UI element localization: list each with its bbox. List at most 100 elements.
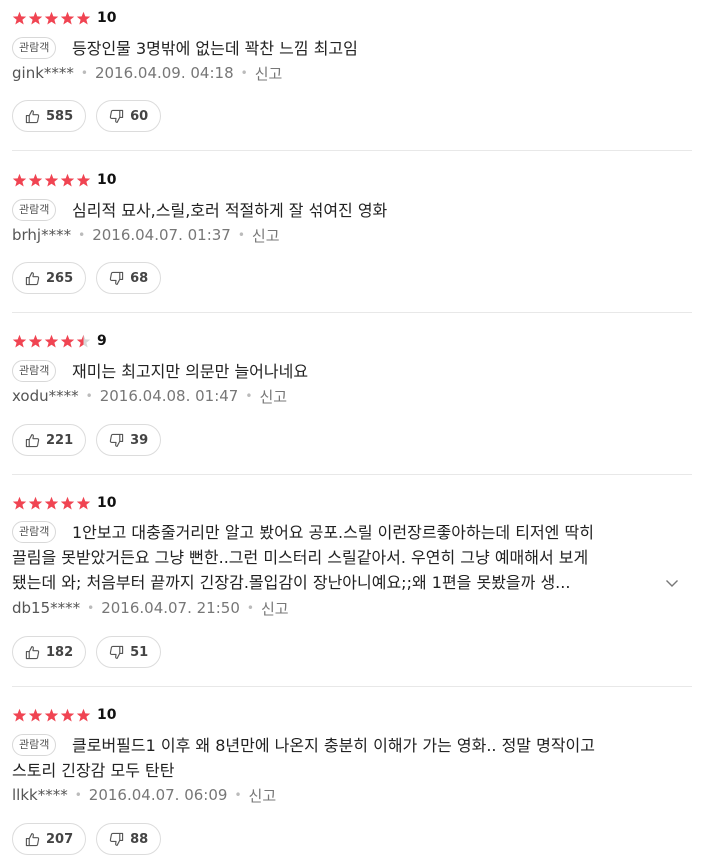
review-date: 2016.04.07. 06:09 (88, 786, 228, 804)
separator-dot: • (240, 66, 248, 80)
vote-buttons: 265 68 (12, 262, 162, 294)
like-count: 207 (46, 831, 74, 847)
rating: 10 (12, 705, 116, 725)
review-text: 1안보고 대충줄거리만 알고 봤어요 공포.스릴 이런장르좋아하는데 티저엔 딱… (12, 520, 692, 595)
review-body: 관람객 등장인물 3명밖에 없는데 꽉찬 느낌 최고임 (12, 36, 692, 61)
rating: 10 (12, 8, 116, 28)
star-icon (12, 334, 27, 347)
rating: 10 (12, 170, 116, 190)
like-button[interactable]: 265 (12, 262, 87, 294)
divider (12, 150, 692, 151)
viewer-badge: 관람객 (12, 734, 57, 756)
star-icon (44, 708, 59, 721)
dislike-button[interactable]: 68 (96, 262, 162, 294)
thumbs-up-icon (25, 645, 40, 659)
like-button[interactable]: 207 (12, 823, 87, 855)
review-text-line: 재미는 최고지만 의문만 늘어나네요 (72, 362, 309, 381)
user-id: db15**** (12, 599, 81, 617)
review-text: 재미는 최고지만 의문만 늘어나네요 (12, 359, 692, 384)
thumbs-up-icon (25, 832, 40, 846)
thumbs-up-icon (25, 433, 40, 447)
star-icon (28, 708, 43, 721)
review-text: 등장인물 3명밖에 없는데 꽉찬 느낌 최고임 (12, 36, 692, 61)
star-rating (12, 708, 91, 723)
viewer-badge: 관람객 (12, 199, 57, 221)
star-icon (28, 334, 43, 347)
report-link[interactable]: 신고 (255, 63, 283, 84)
review-text: 심리적 묘사,스릴,호러 적절하게 잘 섞여진 영화 (12, 198, 692, 223)
dislike-button[interactable]: 51 (96, 636, 162, 668)
star-icon (12, 11, 27, 24)
separator-dot: • (87, 601, 95, 615)
review-meta: brhj**** • 2016.04.07. 01:37 • 신고 (12, 225, 280, 245)
dislike-count: 88 (130, 831, 149, 847)
review-text-line: 1안보고 대충줄거리만 알고 봤어요 공포.스릴 이런장르좋아하는데 티저엔 딱… (72, 523, 594, 542)
report-link[interactable]: 신고 (259, 386, 287, 407)
viewer-badge: 관람객 (12, 360, 57, 382)
review-body: 관람객 심리적 묘사,스릴,호러 적절하게 잘 섞여진 영화 (12, 198, 692, 223)
dislike-button[interactable]: 60 (96, 100, 162, 132)
star-icon (44, 496, 59, 509)
divider (12, 312, 692, 313)
review-meta: llkk**** • 2016.04.07. 06:09 • 신고 (12, 785, 276, 805)
user-id: xodu**** (12, 387, 79, 405)
star-icon (44, 11, 59, 24)
report-link[interactable]: 신고 (249, 785, 277, 806)
dislike-count: 39 (130, 432, 149, 448)
rating-score: 10 (97, 10, 117, 26)
star-icon (12, 708, 27, 721)
thumbs-down-icon (109, 832, 124, 846)
review-meta: gink**** • 2016.04.09. 04:18 • 신고 (12, 63, 282, 83)
star-icon (12, 496, 27, 509)
dislike-count: 51 (130, 644, 149, 660)
separator-dot: • (78, 228, 86, 242)
user-id: llkk**** (12, 786, 68, 804)
vote-buttons: 182 51 (12, 636, 162, 668)
separator-dot: • (245, 389, 253, 403)
report-link[interactable]: 신고 (261, 598, 289, 619)
like-count: 585 (46, 108, 74, 124)
thumbs-down-icon (109, 645, 124, 659)
review-date: 2016.04.08. 01:47 (99, 387, 239, 405)
chevron-down-icon[interactable] (664, 575, 680, 591)
divider (12, 474, 692, 475)
star-icon (60, 173, 75, 186)
review-text: 클로버필드1 이후 왜 8년만에 나온지 충분히 이해가 가는 영화.. 정말 … (12, 733, 692, 783)
star-icon (60, 11, 75, 24)
review-text-line: 클로버필드1 이후 왜 8년만에 나온지 충분히 이해가 가는 영화.. 정말 … (72, 736, 595, 755)
star-icon (76, 173, 91, 186)
user-id: gink**** (12, 64, 74, 82)
star-icon (12, 173, 27, 186)
review-date: 2016.04.09. 04:18 (94, 64, 234, 82)
dislike-button[interactable]: 39 (96, 424, 162, 456)
review-date: 2016.04.07. 01:37 (92, 226, 231, 244)
separator-dot: • (80, 66, 88, 80)
rating: 9 (12, 331, 107, 351)
separator-dot: • (246, 601, 254, 615)
like-count: 221 (46, 432, 74, 448)
thumbs-up-icon (25, 271, 40, 285)
separator-dot: • (234, 788, 242, 802)
like-count: 265 (46, 270, 74, 286)
report-link[interactable]: 신고 (252, 225, 280, 246)
star-icon (76, 11, 91, 24)
review-text-line: 됐는데 와; 처음부터 끝까지 긴장감.몰입감이 장난아니예요;;왜 1편을 못… (12, 573, 571, 592)
like-button[interactable]: 221 (12, 424, 87, 456)
star-icon (28, 11, 43, 24)
review-meta: db15**** • 2016.04.07. 21:50 • 신고 (12, 598, 289, 618)
review-body: 관람객 1안보고 대충줄거리만 알고 봤어요 공포.스릴 이런장르좋아하는데 티저… (12, 520, 692, 595)
dislike-button[interactable]: 88 (96, 823, 162, 855)
rating: 10 (12, 493, 116, 513)
star-icon (60, 496, 75, 509)
separator-dot: • (237, 228, 245, 242)
separator-dot: • (74, 788, 82, 802)
star-icon (76, 496, 91, 509)
like-button[interactable]: 585 (12, 100, 87, 132)
star-rating (12, 173, 91, 188)
review-body: 관람객 재미는 최고지만 의문만 늘어나네요 (12, 359, 692, 384)
viewer-badge: 관람객 (12, 37, 57, 59)
dislike-count: 60 (130, 108, 149, 124)
thumbs-down-icon (109, 109, 124, 123)
review-text-line: 등장인물 3명밖에 없는데 꽉찬 느낌 최고임 (72, 39, 358, 58)
like-button[interactable]: 182 (12, 636, 87, 668)
